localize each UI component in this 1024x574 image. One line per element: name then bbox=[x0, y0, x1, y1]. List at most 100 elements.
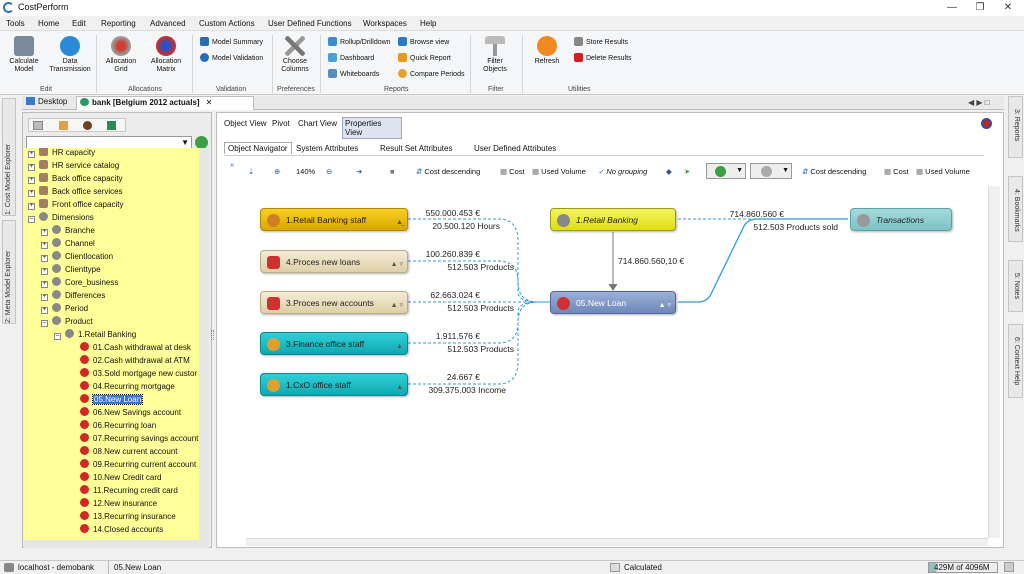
zoom-in-icon[interactable]: ⊕ bbox=[274, 167, 280, 176]
tab-chart-view[interactable]: Chart View bbox=[298, 119, 337, 128]
splitter-handle[interactable] bbox=[211, 330, 214, 340]
tree-item[interactable]: + Back office services bbox=[28, 185, 123, 198]
hand-icon[interactable] bbox=[59, 121, 68, 130]
tree-item[interactable]: + Clienttype bbox=[41, 263, 101, 276]
store-results-button[interactable]: Store Results bbox=[574, 37, 628, 46]
expand-toolbar-icon[interactable]: » bbox=[230, 160, 234, 169]
data-transmission-button[interactable]: Data Transmission bbox=[48, 36, 92, 74]
tree-view-icon[interactable] bbox=[33, 121, 43, 130]
cube-view-icon[interactable]: ◆ bbox=[666, 167, 672, 176]
filter-objects-button[interactable]: Filter Objects bbox=[478, 36, 512, 74]
zoom-out-icon[interactable]: ⊖ bbox=[326, 167, 332, 176]
tree-item[interactable]: 11.Recurring credit card bbox=[80, 484, 178, 497]
tree-item[interactable]: 01.Cash withdrawal at desk bbox=[80, 341, 191, 354]
tab-user-defined-attributes[interactable]: User Defined Attributes bbox=[474, 144, 556, 153]
menu-advanced[interactable]: Advanced bbox=[150, 19, 186, 28]
context-help-tab[interactable]: 6: Context Help bbox=[1008, 324, 1023, 398]
rollup-drilldown-button[interactable]: Rollup/Drilldown bbox=[328, 37, 391, 46]
tree-item[interactable]: 07.Recurring savings account bbox=[80, 432, 198, 445]
navigate-icon[interactable]: ➜ bbox=[356, 167, 362, 176]
node-cxo-office-staff[interactable]: 1.CxO office staff ▲ bbox=[260, 373, 408, 396]
meta-model-explorer-tab[interactable]: 2: Meta Model Explorer bbox=[2, 220, 16, 324]
chart-icon[interactable] bbox=[107, 121, 116, 130]
pin-filter-icon[interactable]: ▲ ▿ bbox=[659, 294, 671, 317]
tree-item-selected[interactable]: 05.New Loan bbox=[80, 393, 144, 406]
tree-item[interactable]: + HR service catalog bbox=[28, 159, 119, 172]
tab-pivot[interactable]: Pivot bbox=[272, 119, 290, 128]
tree-item[interactable]: + Core_business bbox=[41, 276, 118, 289]
close-tab-icon[interactable]: ✕ bbox=[206, 98, 213, 107]
node-new-loan-center[interactable]: 05.New Loan ▲ ▿ bbox=[550, 291, 676, 314]
menu-user-defined-functions[interactable]: User Defined Functions bbox=[268, 19, 352, 28]
restore-icon[interactable]: ❐ bbox=[966, 0, 994, 16]
tree-item[interactable]: + Clientlocation bbox=[41, 250, 113, 263]
refresh-button[interactable]: Refresh bbox=[530, 36, 564, 66]
tree-item[interactable]: 03.Sold mortgage new custor bbox=[80, 367, 197, 380]
tree-item[interactable]: – Product bbox=[41, 315, 93, 328]
tree-item[interactable]: 12.New insurance bbox=[80, 497, 157, 510]
tree-item[interactable]: + Channel bbox=[41, 237, 95, 250]
tree-item[interactable]: 08.New current account bbox=[80, 445, 178, 458]
collapse-icon[interactable]: ⇣ bbox=[248, 167, 254, 176]
dashboard-button[interactable]: Dashboard bbox=[328, 53, 374, 62]
menu-help[interactable]: Help bbox=[420, 19, 436, 28]
allocation-grid-button[interactable]: Allocation Grid bbox=[102, 36, 140, 74]
used-volume-toggle-1[interactable]: ▦ Used Volume bbox=[532, 167, 586, 176]
tree-item[interactable]: 06.Recurring loan bbox=[80, 419, 156, 432]
tree-item[interactable]: 13.Recurring insurance bbox=[80, 510, 176, 523]
tree-item[interactable]: + Back office capacity bbox=[28, 172, 123, 185]
cost-toggle-2[interactable]: ▦ Cost bbox=[884, 167, 909, 176]
menu-home[interactable]: Home bbox=[38, 19, 59, 28]
choose-columns-button[interactable]: Choose Columns bbox=[276, 36, 314, 74]
tree-item[interactable]: 09.Recurring current account bbox=[80, 458, 196, 471]
objects-icon[interactable] bbox=[83, 121, 92, 130]
garbage-collect-icon[interactable] bbox=[1004, 562, 1014, 572]
back-dropdown[interactable]: ▼ bbox=[706, 163, 746, 179]
used-volume-toggle-2[interactable]: ▦ Used Volume bbox=[916, 167, 970, 176]
node-transactions[interactable]: Transactions bbox=[850, 208, 952, 231]
bookmarks-tab[interactable]: 4: Bookmarks bbox=[1008, 176, 1023, 242]
browse-view-button[interactable]: Browse view bbox=[398, 37, 449, 46]
node-retail-banking-staff[interactable]: 1.Retail Banking staff ▲̲ bbox=[260, 208, 408, 231]
canvas-horizontal-scrollbar[interactable] bbox=[246, 538, 988, 546]
sort-cost-descending-2[interactable]: ⇵ Cost descending bbox=[802, 167, 866, 176]
menu-edit[interactable]: Edit bbox=[72, 19, 86, 28]
node-retail-banking-parent[interactable]: 1.Retail Banking bbox=[550, 208, 676, 231]
calculate-model-button[interactable]: Calculate Model bbox=[6, 36, 42, 74]
tab-object-view[interactable]: Object View bbox=[224, 119, 267, 128]
menu-tools[interactable]: Tools bbox=[6, 19, 25, 28]
menu-custom-actions[interactable]: Custom Actions bbox=[199, 19, 255, 28]
node-proces-new-accounts[interactable]: 3.Proces new accounts ▲ ▿ bbox=[260, 291, 408, 314]
tree-item[interactable]: –1.Retail Banking bbox=[54, 328, 136, 341]
model-validation-button[interactable]: Model Validation bbox=[200, 53, 263, 62]
tree-item[interactable]: + Front office capacity bbox=[28, 198, 123, 211]
tab-nav-icons[interactable]: ◀ ▶ □ bbox=[968, 98, 990, 107]
grouping-selector[interactable]: ✓ No grouping bbox=[598, 167, 647, 176]
tree-item[interactable]: + Period bbox=[41, 302, 88, 315]
tree-item[interactable]: 10.New Credit card bbox=[80, 471, 161, 484]
settings-icon[interactable] bbox=[981, 118, 992, 129]
menu-reporting[interactable]: Reporting bbox=[101, 19, 136, 28]
menu-workspaces[interactable]: Workspaces bbox=[363, 19, 407, 28]
tab-desktop[interactable]: Desktop bbox=[26, 97, 76, 109]
reports-tab[interactable]: 3: Reports bbox=[1008, 96, 1023, 158]
cube-icon[interactable]: ■ bbox=[390, 167, 395, 176]
quick-report-button[interactable]: Quick Report bbox=[398, 53, 451, 62]
delete-results-button[interactable]: Delete Results bbox=[574, 53, 632, 62]
tree-item[interactable]: + Branche bbox=[41, 224, 95, 237]
tab-result-set-attributes[interactable]: Result Set Attributes bbox=[380, 144, 452, 153]
node-proces-new-loans[interactable]: 4.Proces new loans ▲ ▿ bbox=[260, 250, 408, 273]
close-icon[interactable]: ✕ bbox=[994, 0, 1022, 16]
tree-vertical-scrollbar[interactable] bbox=[199, 148, 209, 540]
whiteboards-button[interactable]: Whiteboards bbox=[328, 69, 379, 78]
node-finance-office-staff[interactable]: 3.Finance office staff ▲ bbox=[260, 332, 408, 355]
allocation-matrix-button[interactable]: Allocation Matrix bbox=[146, 36, 186, 74]
forward-icon[interactable]: ➤ bbox=[684, 167, 690, 176]
minimize-icon[interactable]: — bbox=[938, 0, 966, 16]
tree-item[interactable]: – Dimensions bbox=[28, 211, 94, 224]
cost-model-explorer-tab[interactable]: 1: Cost Model Explorer bbox=[2, 98, 16, 216]
tree-item[interactable]: 04.Recurring mortgage bbox=[80, 380, 175, 393]
cost-toggle-1[interactable]: ▦ Cost bbox=[500, 167, 525, 176]
tree-item[interactable]: 06.New Savings account bbox=[80, 406, 181, 419]
tree-item[interactable]: + Differences bbox=[41, 289, 105, 302]
